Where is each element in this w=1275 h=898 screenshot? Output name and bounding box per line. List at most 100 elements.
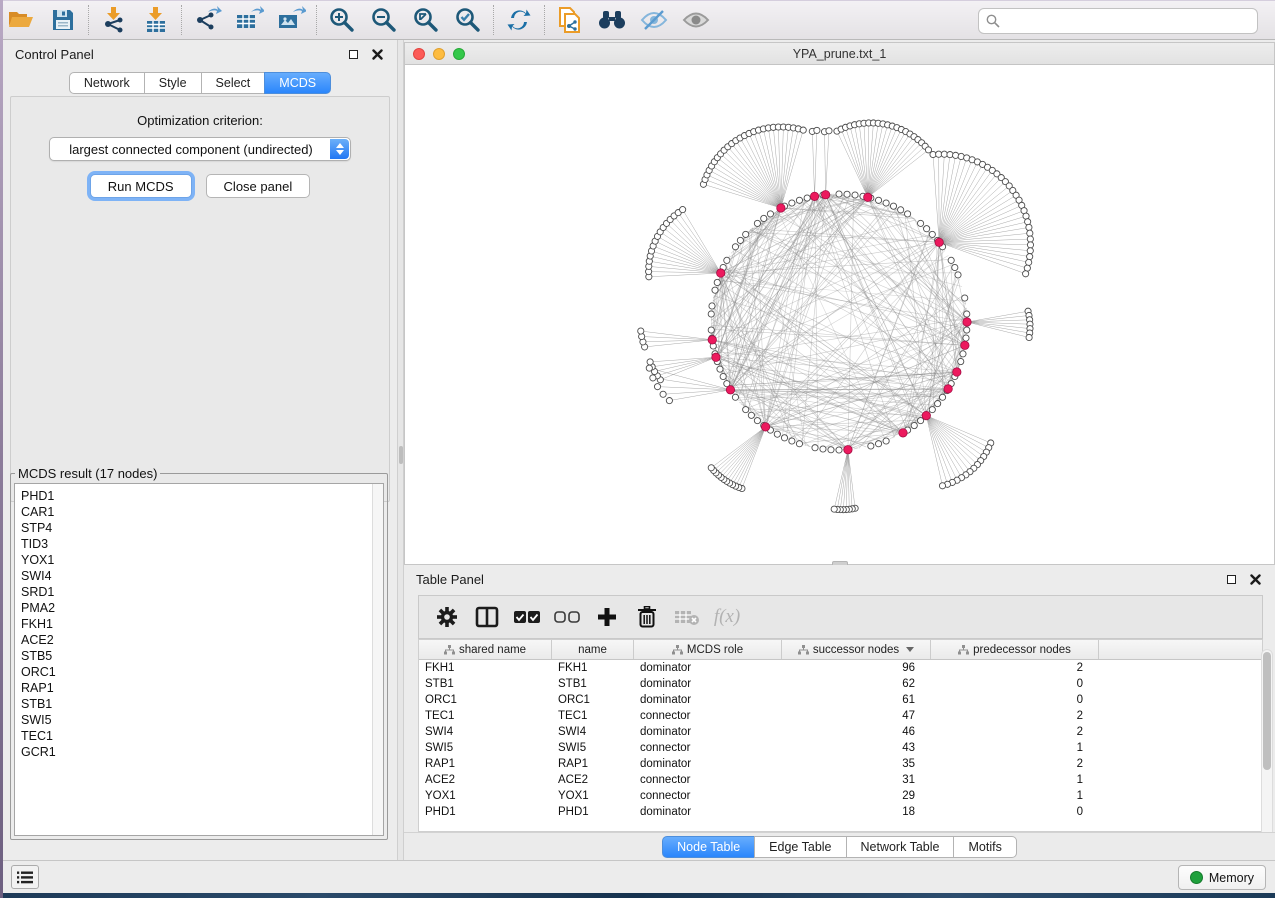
search-network-button[interactable] — [591, 2, 633, 38]
control-panel-title: Control Panel — [15, 47, 94, 62]
import-table-button[interactable] — [135, 2, 177, 38]
result-node[interactable]: GCR1 — [21, 744, 383, 760]
column-header-successor-nodes[interactable]: successor nodes — [782, 640, 931, 659]
close-table-panel-button[interactable] — [1247, 571, 1263, 587]
search-input[interactable] — [1005, 11, 1257, 31]
trash-icon — [637, 606, 657, 628]
result-node[interactable]: ORC1 — [21, 664, 383, 680]
run-mcds-button[interactable]: Run MCDS — [90, 174, 192, 198]
toolbar-separator — [88, 5, 89, 35]
result-node[interactable]: STB5 — [21, 648, 383, 664]
column-header-name[interactable]: name — [552, 640, 634, 659]
export-network-button[interactable] — [186, 2, 228, 38]
network-search-box — [978, 8, 1258, 34]
export-table-button[interactable] — [228, 2, 270, 38]
open-file-button[interactable] — [0, 2, 42, 38]
main-toolbar — [0, 0, 1275, 40]
network-canvas[interactable] — [405, 65, 1274, 564]
refresh-icon — [505, 6, 533, 34]
result-node[interactable]: PHD1 — [21, 488, 383, 504]
result-node[interactable]: SWI5 — [21, 712, 383, 728]
toolbar-separator — [181, 5, 182, 35]
optimization-criterion-dropdown[interactable]: largest connected component (undirected) — [49, 137, 351, 161]
table-tabs-bar: Node TableEdge TableNetwork TableMotifs — [404, 832, 1275, 860]
splitter-handle[interactable] — [399, 446, 403, 464]
result-node[interactable]: ACE2 — [21, 632, 383, 648]
table-tab-node-table[interactable]: Node Table — [662, 836, 754, 858]
table-settings-button[interactable] — [429, 599, 465, 635]
cell-shared-name: ORC1 — [419, 694, 552, 706]
cell-predecessor-nodes: 0 — [931, 806, 1099, 818]
float-panel-button[interactable] — [345, 46, 361, 62]
tab-mcds[interactable]: MCDS — [264, 72, 331, 94]
table-row[interactable]: ACE2ACE2connector311 — [419, 772, 1262, 788]
deselect-all-columns-button[interactable] — [549, 599, 585, 635]
result-node[interactable]: PMA2 — [21, 600, 383, 616]
column-header-shared-name[interactable]: shared name — [419, 640, 552, 659]
cell-MCDS-role: connector — [634, 774, 782, 786]
close-panel-button-mcds[interactable]: Close panel — [206, 174, 311, 198]
cell-shared-name: RAP1 — [419, 758, 552, 770]
delete-column-button[interactable] — [629, 599, 665, 635]
tab-select[interactable]: Select — [201, 72, 265, 94]
table-scrollbar-thumb[interactable] — [1263, 652, 1271, 770]
save-session-button[interactable] — [42, 2, 84, 38]
add-column-button[interactable] — [589, 599, 625, 635]
result-node[interactable]: YOX1 — [21, 552, 383, 568]
import-network-button[interactable] — [93, 2, 135, 38]
zoom-in-button[interactable] — [321, 2, 363, 38]
table-row[interactable]: ORC1ORC1dominator610 — [419, 692, 1262, 708]
result-node[interactable]: STB1 — [21, 696, 383, 712]
show-all-button[interactable] — [675, 2, 717, 38]
vertical-splitter[interactable] — [397, 40, 404, 860]
function-builder-button[interactable]: f(x) — [709, 599, 745, 635]
close-panel-button[interactable] — [369, 46, 385, 62]
result-node[interactable]: FKH1 — [21, 616, 383, 632]
table-row[interactable]: SWI5SWI5connector431 — [419, 740, 1262, 756]
zoom-selected-button[interactable] — [447, 2, 489, 38]
cell-name: STB1 — [552, 678, 634, 690]
result-node[interactable]: CAR1 — [21, 504, 383, 520]
network-title: YPA_prune.txt_1 — [405, 47, 1274, 61]
mcds-tab-content: Optimization criterion: largest connecte… — [10, 96, 390, 502]
zoom-out-button[interactable] — [363, 2, 405, 38]
column-header-predecessor-nodes[interactable]: predecessor nodes — [931, 640, 1099, 659]
tab-style[interactable]: Style — [144, 72, 201, 94]
memory-button[interactable]: Memory — [1178, 865, 1266, 890]
hide-selected-button[interactable] — [633, 2, 675, 38]
result-node[interactable]: STP4 — [21, 520, 383, 536]
table-row[interactable]: TEC1TEC1connector472 — [419, 708, 1262, 724]
table-body: FKH1FKH1dominator962STB1STB1dominator620… — [419, 660, 1262, 820]
cell-successor-nodes: 18 — [782, 806, 931, 818]
table-tab-network-table[interactable]: Network Table — [846, 836, 954, 858]
table-row[interactable]: PHD1PHD1dominator180 — [419, 804, 1262, 820]
mcds-result-list[interactable]: PHD1CAR1STP4TID3YOX1SWI4SRD1PMA2FKH1ACE2… — [14, 483, 384, 836]
cell-predecessor-nodes: 0 — [931, 694, 1099, 706]
column-header-MCDS-role[interactable]: MCDS role — [634, 640, 782, 659]
result-list-scrollbar[interactable] — [372, 484, 383, 835]
table-row[interactable]: YOX1YOX1connector291 — [419, 788, 1262, 804]
show-panels-button[interactable] — [11, 865, 39, 889]
zoom-fit-button[interactable] — [405, 2, 447, 38]
float-table-panel-button[interactable] — [1223, 571, 1239, 587]
column-layout-button[interactable] — [469, 599, 505, 635]
tab-network[interactable]: Network — [69, 72, 144, 94]
result-node[interactable]: TID3 — [21, 536, 383, 552]
result-node[interactable]: SWI4 — [21, 568, 383, 584]
table-tab-motifs[interactable]: Motifs — [953, 836, 1016, 858]
table-row[interactable]: RAP1RAP1dominator352 — [419, 756, 1262, 772]
table-tab-edge-table[interactable]: Edge Table — [754, 836, 845, 858]
result-node[interactable]: SRD1 — [21, 584, 383, 600]
export-image-button[interactable] — [270, 2, 312, 38]
result-node[interactable]: TEC1 — [21, 728, 383, 744]
table-row[interactable]: FKH1FKH1dominator962 — [419, 660, 1262, 676]
select-all-columns-button[interactable] — [509, 599, 545, 635]
table-scrollbar[interactable] — [1261, 649, 1273, 849]
delete-table-button[interactable] — [669, 599, 705, 635]
table-row[interactable]: STB1STB1dominator620 — [419, 676, 1262, 692]
network-file-button[interactable] — [549, 2, 591, 38]
table-row[interactable]: SWI4SWI4dominator462 — [419, 724, 1262, 740]
result-node[interactable]: RAP1 — [21, 680, 383, 696]
gear-icon — [436, 606, 458, 628]
refresh-layout-button[interactable] — [498, 2, 540, 38]
